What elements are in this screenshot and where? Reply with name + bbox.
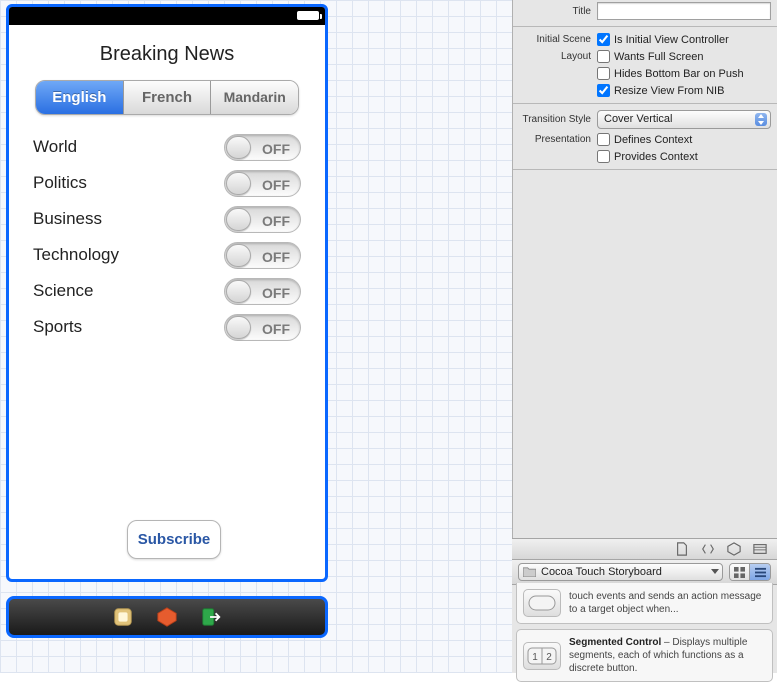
library-filter-bar: Cocoa Touch Storyboard	[512, 560, 777, 585]
category-label: Science	[33, 281, 93, 301]
field-label: Initial Scene	[513, 34, 597, 45]
grid-view-button[interactable]	[730, 564, 750, 580]
provides-context-checkbox[interactable]: Provides Context	[597, 150, 698, 163]
list-item: Science OFF	[33, 273, 301, 309]
view-controller-icon[interactable]	[156, 606, 178, 628]
list-icon	[755, 567, 766, 578]
toggle-business[interactable]: OFF	[224, 206, 301, 233]
file-template-icon[interactable]	[675, 542, 689, 556]
segment-mandarin[interactable]: Mandarin	[211, 81, 298, 114]
field-label: Presentation	[513, 134, 597, 145]
segment-french[interactable]: French	[124, 81, 212, 114]
transition-style-popup[interactable]: Cover Vertical	[597, 110, 771, 129]
exit-icon[interactable]	[200, 606, 222, 628]
library-view-toggle[interactable]	[729, 563, 771, 581]
category-label: Politics	[33, 173, 87, 193]
svg-text:2: 2	[546, 652, 552, 663]
library-mini-toolbar	[512, 538, 777, 560]
field-label: Layout	[513, 51, 597, 62]
scene-dock[interactable]	[6, 596, 328, 638]
hides-bottom-bar-checkbox[interactable]: Hides Bottom Bar on Push	[597, 67, 744, 80]
toggle-sports[interactable]: OFF	[224, 314, 301, 341]
toggle-world[interactable]: OFF	[224, 134, 301, 161]
svg-text:1: 1	[532, 652, 538, 663]
subscribe-button[interactable]: Subscribe	[127, 520, 221, 559]
library-item-desc: Segmented Control – Displays multiple se…	[569, 636, 766, 675]
library-item-desc: touch events and sends an action message…	[569, 590, 766, 616]
segment-english[interactable]: English	[36, 81, 124, 114]
field-label: Transition Style	[513, 114, 597, 125]
category-label: Sports	[33, 317, 82, 337]
defines-context-checkbox[interactable]: Defines Context	[597, 133, 692, 146]
category-list: World OFF Politics OFF Business OFF Tech…	[9, 125, 325, 345]
library-filter-popup[interactable]: Cocoa Touch Storyboard	[518, 563, 723, 581]
category-label: Technology	[33, 245, 119, 265]
list-view-button[interactable]	[750, 564, 770, 580]
code-snippet-icon[interactable]	[701, 542, 715, 556]
toggle-politics[interactable]: OFF	[224, 170, 301, 197]
toggle-science[interactable]: OFF	[224, 278, 301, 305]
segmented-thumb-icon: 12	[523, 642, 561, 670]
is-initial-vc-checkbox[interactable]: Is Initial View Controller	[597, 33, 729, 46]
resize-from-nib-checkbox[interactable]: Resize View From NIB	[597, 84, 724, 97]
grid-icon	[734, 567, 745, 578]
library-item[interactable]: touch events and sends an action message…	[516, 583, 773, 624]
toggle-technology[interactable]: OFF	[224, 242, 301, 269]
field-label: Title	[513, 6, 597, 17]
first-responder-icon[interactable]	[112, 606, 134, 628]
list-item: Politics OFF	[33, 165, 301, 201]
list-item: Technology OFF	[33, 237, 301, 273]
object-library-icon[interactable]	[727, 542, 741, 556]
category-label: Business	[33, 209, 102, 229]
category-label: World	[33, 137, 77, 157]
list-item: Business OFF	[33, 201, 301, 237]
battery-icon	[297, 11, 319, 20]
page-title: Breaking News	[9, 25, 325, 80]
list-item: World OFF	[33, 129, 301, 165]
button-thumb-icon	[523, 589, 561, 617]
library-item[interactable]: 12 Segmented Control – Displays multiple…	[516, 629, 773, 682]
status-bar	[9, 7, 325, 25]
title-field[interactable]	[597, 2, 771, 20]
language-segmented-control[interactable]: English French Mandarin	[35, 80, 299, 115]
object-library-list[interactable]: touch events and sends an action message…	[512, 585, 777, 673]
wants-full-screen-checkbox[interactable]: Wants Full Screen	[597, 50, 703, 63]
list-item: Sports OFF	[33, 309, 301, 345]
iphone-scene[interactable]: Breaking News English French Mandarin Wo…	[6, 4, 328, 582]
folder-icon	[523, 566, 536, 577]
media-library-icon[interactable]	[753, 542, 767, 556]
